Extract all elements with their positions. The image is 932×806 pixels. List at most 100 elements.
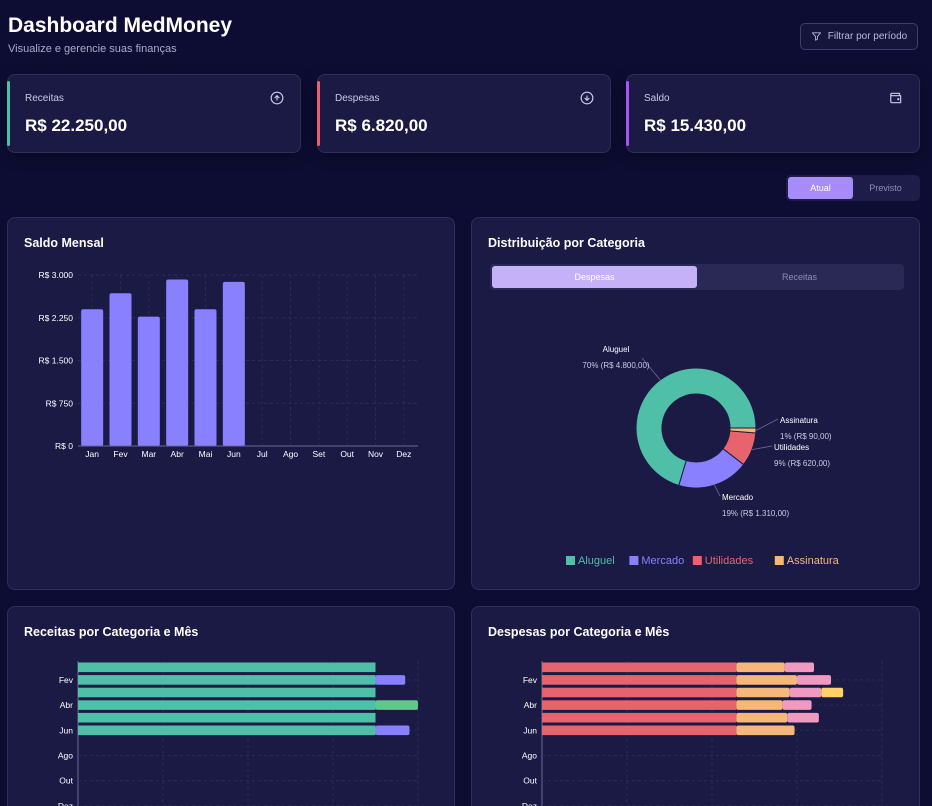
x-tick-label: Dez (396, 449, 411, 459)
legend-label: Aluguel (578, 555, 615, 567)
legend-swatch (629, 556, 639, 565)
y-tick-label: Jun (59, 725, 73, 735)
y-tick-label: Jun (523, 725, 537, 735)
stacked-bar-segment (78, 725, 376, 736)
x-tick-label: Mai (199, 449, 213, 459)
stacked-bar-segment (787, 712, 819, 723)
filter-period-button[interactable]: Filtrar por período (800, 23, 918, 50)
bar (137, 316, 160, 446)
stacked-bar-segment (78, 687, 376, 698)
stacked-bar-segment (736, 700, 783, 710)
toggle-previsto[interactable]: Previsto (853, 177, 918, 199)
x-tick-label: Abr (171, 449, 184, 459)
filter-label: Filtrar por período (827, 31, 908, 42)
x-tick-label: Mar (142, 449, 157, 459)
receitas-categoria-chart: Fev Abr Jun Ago Out Dez (58, 661, 419, 806)
y-tick-label: Out (59, 776, 73, 786)
bar (81, 309, 104, 446)
legend-label: Assinatura (787, 555, 840, 567)
toggle-atual[interactable]: Atual (788, 177, 853, 199)
x-tick-label: Jan (85, 449, 99, 459)
stacked-bar-segment (542, 700, 737, 710)
bar (194, 309, 217, 446)
x-tick-label: Ago (283, 449, 298, 459)
pie-label-name: Mercado (722, 493, 754, 502)
panel-receitas-categoria: Receitas por Categoria e Mês Fev Abr Jun Ag… (7, 606, 455, 806)
stacked-bar-segment (542, 687, 737, 698)
y-tick-label: Dez (58, 801, 73, 806)
card-label: Despesas (335, 93, 380, 104)
x-tick-label: Fev (113, 449, 128, 459)
distribuicao-donut-chart: Aluguel 70% (R$ 4.800,00) Mercado 19% (R$ 1… (566, 345, 840, 567)
panel-despesas-categoria: Despesas por Categoria e Mês Fev Abr Jun Ag… (471, 606, 920, 806)
stacked-bar-segment (782, 700, 812, 710)
legend-swatch (774, 556, 784, 565)
page-title: Dashboard MedMoney (8, 14, 233, 37)
card-label: Receitas (25, 93, 64, 104)
y-tick-label: R$ 0 (55, 441, 73, 451)
y-tick-label: Out (523, 776, 537, 786)
y-tick-label: R$ 2.250 (39, 313, 74, 323)
card-label: Saldo (644, 93, 670, 104)
bar (222, 281, 245, 446)
x-tick-label: Set (312, 449, 325, 459)
pie-leader-line (755, 418, 779, 431)
stacked-bar-segment (542, 662, 737, 673)
card-accent (317, 81, 320, 146)
stacked-bar-segment (736, 675, 797, 685)
stacked-bar-segment (375, 700, 418, 710)
pie-label-value: 70% (R$ 4.800,00) (582, 361, 649, 370)
pie-leader-line (714, 484, 721, 497)
pie-label-name: Assinatura (780, 416, 818, 425)
y-tick-label: Ago (58, 751, 73, 761)
y-tick-label: R$ 1.500 (39, 356, 74, 366)
y-tick-label: Dez (522, 801, 537, 806)
card-accent (7, 81, 10, 146)
y-tick-label: Abr (524, 700, 537, 710)
legend-label: Mercado (641, 555, 684, 567)
y-tick-label: Abr (60, 700, 73, 710)
stacked-bar-segment (821, 687, 844, 698)
stacked-bar-segment (78, 700, 376, 710)
bar (109, 293, 132, 446)
stacked-bar-segment (542, 712, 737, 723)
card-accent (626, 81, 629, 146)
stacked-bar-segment (375, 725, 410, 736)
card-value: R$ 6.820,00 (335, 116, 428, 135)
x-tick-label: Jul (257, 449, 268, 459)
stacked-bar-segment (542, 725, 737, 736)
card-value: R$ 15.430,00 (644, 116, 747, 135)
filter-icon (811, 32, 821, 41)
stacked-bar-segment (78, 712, 376, 723)
bar (166, 279, 189, 446)
y-tick-label: Fev (523, 675, 538, 685)
pie-label-name: Aluguel (603, 345, 630, 354)
wallet-icon (890, 92, 902, 104)
stacked-bar-segment (78, 675, 376, 685)
stacked-bar-segment (736, 712, 788, 723)
pie-label-name: Utilidades (774, 443, 809, 452)
legend-swatch (692, 556, 702, 565)
stacked-bar-segment (542, 675, 737, 685)
y-tick-label: Fev (59, 675, 74, 685)
card-saldo: Saldo R$ 15.430,00 (626, 74, 920, 153)
stacked-bar-segment (375, 675, 406, 685)
arrow-down-circle-icon (580, 91, 594, 105)
card-receitas: Receitas R$ 22.250,00 (7, 74, 301, 153)
panel-saldo-mensal: Saldo Mensal R$ 0 R$ 750 R$ 1.500 R$ 2.250 R… (7, 217, 455, 590)
x-tick-label: Out (340, 449, 354, 459)
stacked-bar-segment (797, 675, 831, 685)
pie-label-value: 1% (R$ 90,00) (780, 432, 832, 441)
period-toggle: Atual Previsto (786, 175, 920, 201)
legend-swatch (566, 556, 575, 565)
pie-label-value: 19% (R$ 1.310,00) (722, 509, 789, 518)
x-tick-label: Nov (368, 449, 384, 459)
card-despesas: Despesas R$ 6.820,00 (317, 74, 611, 153)
card-value: R$ 22.250,00 (25, 116, 128, 135)
y-tick-label: R$ 750 (46, 398, 74, 408)
y-tick-label: R$ 3.000 (39, 270, 74, 280)
despesas-categoria-chart: Fev Abr Jun Ago Out Dez (522, 661, 883, 806)
saldo-mensal-chart: R$ 0 R$ 750 R$ 1.500 R$ 2.250 R$ 3.000 Jan Fev… (39, 270, 418, 459)
x-tick-label: Jun (227, 449, 241, 459)
page-subtitle: Visualize e gerencie suas finanças (8, 43, 177, 55)
